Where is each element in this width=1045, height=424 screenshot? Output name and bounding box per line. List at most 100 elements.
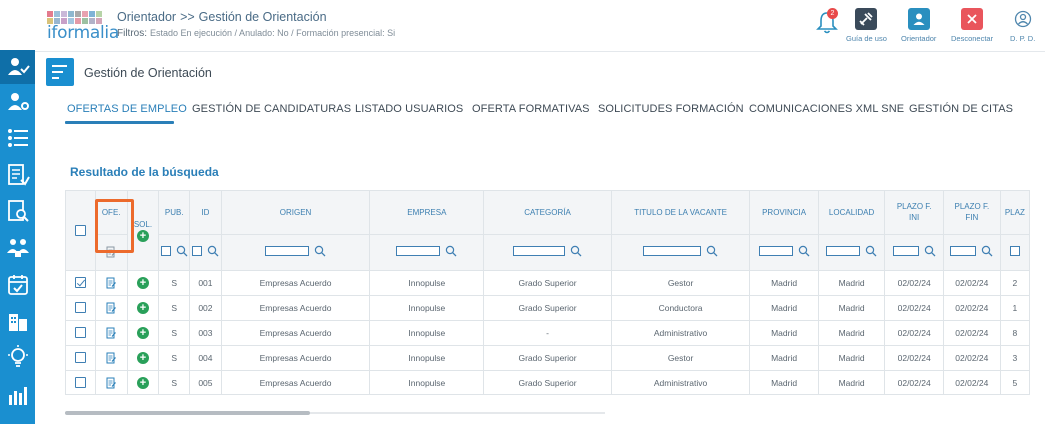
row-add-candidate[interactable]: +: [127, 295, 160, 321]
guide-button[interactable]: Guía de uso: [846, 8, 887, 43]
filter-input[interactable]: [758, 246, 793, 256]
dpd-button[interactable]: D. P. D.: [1010, 8, 1035, 43]
row-select[interactable]: [66, 295, 96, 321]
filter-input[interactable]: [643, 246, 702, 256]
add-icon[interactable]: +: [136, 376, 149, 389]
search-icon[interactable]: [570, 245, 582, 257]
row-add-candidate[interactable]: +: [127, 370, 160, 394]
column-header-sol[interactable]: SOL. +: [127, 191, 160, 271]
filter-input[interactable]: [950, 246, 977, 256]
filter-input[interactable]: [265, 246, 310, 256]
menu-toggle-button[interactable]: [46, 58, 74, 86]
horizontal-scrollbar-thumb[interactable]: [65, 411, 310, 415]
filter-plazo-ini[interactable]: [884, 234, 944, 271]
sidebar-item-user-cog[interactable]: [0, 85, 35, 119]
sidebar-item-list[interactable]: [0, 121, 35, 155]
search-icon[interactable]: [176, 245, 188, 257]
edit-document-icon[interactable]: [105, 302, 117, 314]
add-icon[interactable]: +: [136, 229, 149, 242]
add-icon[interactable]: +: [136, 326, 149, 339]
tab-oferta-formativas[interactable]: OFERTA FORMATIVAS: [472, 103, 590, 115]
column-header-id[interactable]: ID: [189, 191, 222, 235]
select-all-checkbox[interactable]: [74, 224, 86, 236]
row-select[interactable]: [66, 320, 96, 346]
filter-checkbox[interactable]: [160, 246, 171, 256]
row-view-offer[interactable]: [95, 345, 128, 371]
search-icon[interactable]: [445, 245, 457, 257]
search-icon[interactable]: [981, 245, 993, 257]
search-icon[interactable]: [924, 245, 936, 257]
row-add-candidate[interactable]: +: [127, 345, 160, 371]
edit-document-icon[interactable]: [105, 327, 117, 339]
add-icon[interactable]: +: [136, 301, 149, 314]
row-select[interactable]: [66, 345, 96, 371]
tab-ofertas-empleo[interactable]: OFERTAS DE EMPLEO: [67, 103, 187, 115]
edit-document-icon[interactable]: [105, 377, 117, 389]
filter-input[interactable]: [396, 246, 441, 256]
tab-solicitudes-formacion[interactable]: SOLICITUDES FORMACIÓN: [598, 103, 744, 115]
row-view-offer[interactable]: [95, 270, 128, 296]
row-view-offer[interactable]: [95, 370, 128, 394]
row-add-candidate[interactable]: +: [127, 320, 160, 346]
column-header-plazo-ini[interactable]: PLAZO F. INI: [884, 191, 944, 235]
filter-pub[interactable]: [158, 234, 191, 271]
filter-plazo[interactable]: [1000, 234, 1030, 271]
table-row[interactable]: + S 002 Empresas Acuerdo Innopulse Grado Supe…: [66, 295, 1030, 321]
column-header-provincia[interactable]: PROVINCIA: [749, 191, 819, 235]
add-icon[interactable]: +: [136, 351, 149, 364]
search-icon[interactable]: [207, 245, 219, 257]
search-icon[interactable]: [314, 245, 326, 257]
column-header-plazo-fin[interactable]: PLAZO F. FIN: [943, 191, 1001, 235]
sidebar-item-search-doc[interactable]: [0, 194, 35, 228]
row-checkbox[interactable]: [74, 352, 86, 364]
column-header-pub[interactable]: PUB.: [158, 191, 191, 235]
filter-checkbox[interactable]: [191, 246, 202, 256]
sidebar-item-building[interactable]: [0, 304, 35, 338]
filter-categoria[interactable]: [483, 234, 612, 271]
filter-input[interactable]: [826, 246, 861, 256]
logo[interactable]: iformalia: [47, 10, 119, 43]
row-select[interactable]: [66, 370, 96, 394]
search-icon[interactable]: [798, 245, 810, 257]
sidebar-item-chart[interactable]: [0, 378, 35, 412]
notifications-button[interactable]: 2: [815, 8, 839, 36]
row-view-offer[interactable]: [95, 295, 128, 321]
filter-input[interactable]: [892, 246, 919, 256]
column-header-origen[interactable]: ORIGEN: [221, 191, 371, 235]
filter-provincia[interactable]: [749, 234, 819, 271]
sidebar-item-lightbulb[interactable]: [0, 340, 35, 374]
row-checkbox[interactable]: [74, 327, 86, 339]
filter-origen[interactable]: [221, 234, 371, 271]
row-add-candidate[interactable]: +: [127, 270, 160, 296]
search-icon[interactable]: [865, 245, 877, 257]
filter-input[interactable]: [513, 246, 566, 256]
table-row[interactable]: + S 005 Empresas Acuerdo Innopulse Grado Supe…: [66, 370, 1030, 394]
table-row[interactable]: + S 003 Empresas Acuerdo Innopulse - Administr…: [66, 320, 1030, 346]
search-icon[interactable]: [706, 245, 718, 257]
breadcrumb-item[interactable]: Orientador: [117, 10, 176, 24]
edit-document-icon[interactable]: [105, 277, 117, 289]
tab-gestion-citas[interactable]: GESTIÓN DE CITAS: [909, 103, 1013, 115]
row-select[interactable]: [66, 270, 96, 296]
column-header-empresa[interactable]: EMPRESA: [369, 191, 485, 235]
filter-id[interactable]: [189, 234, 222, 271]
column-header-plazo[interactable]: PLAZ: [1000, 191, 1030, 235]
table-row[interactable]: + S 004 Empresas Acuerdo Innopulse Grado Supe…: [66, 345, 1030, 371]
column-header-categoria[interactable]: CATEGORÍA: [483, 191, 612, 235]
row-checkbox[interactable]: [74, 302, 86, 314]
filter-localidad[interactable]: [818, 234, 886, 271]
column-header-ofe[interactable]: OFE.: [95, 191, 128, 235]
filter-plazo-fin[interactable]: [943, 234, 1001, 271]
table-row[interactable]: + S 001 Empresas Acuerdo Innopulse Grado Supe…: [66, 270, 1030, 296]
filter-titulo[interactable]: [611, 234, 751, 271]
sidebar-item-group[interactable]: [0, 230, 35, 264]
tab-listado-usuarios[interactable]: LISTADO USUARIOS: [355, 103, 463, 115]
sidebar-item-report[interactable]: [0, 158, 35, 192]
edit-document-icon[interactable]: [105, 352, 117, 364]
tab-gestion-candidaturas[interactable]: GESTIÓN DE CANDIDATURAS: [192, 103, 351, 115]
logout-button[interactable]: Desconectar: [951, 8, 993, 43]
tab-comunicaciones-xml[interactable]: COMUNICACIONES XML SNE: [749, 103, 904, 115]
column-header-select[interactable]: [66, 191, 96, 271]
column-header-localidad[interactable]: LOCALIDAD: [818, 191, 886, 235]
row-checkbox[interactable]: [74, 377, 86, 389]
